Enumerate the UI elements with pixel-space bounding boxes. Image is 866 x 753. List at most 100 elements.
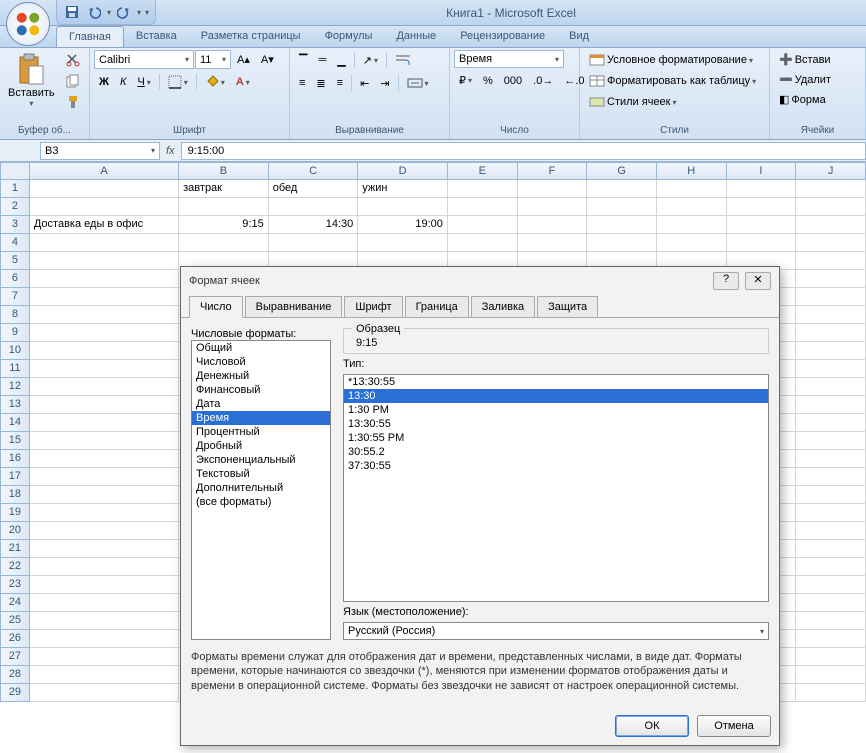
align-right-button[interactable]: ≡ bbox=[332, 73, 348, 93]
cell[interactable] bbox=[269, 234, 359, 252]
paste-button[interactable]: Вставить ▾ bbox=[4, 50, 59, 111]
type-item[interactable]: *13:30:55 bbox=[344, 375, 768, 389]
category-item[interactable]: Дробный bbox=[192, 439, 330, 453]
cell[interactable] bbox=[796, 612, 866, 630]
cell[interactable]: ужин bbox=[358, 180, 448, 198]
cell[interactable] bbox=[796, 198, 866, 216]
cell[interactable] bbox=[30, 540, 179, 558]
cell[interactable] bbox=[30, 378, 179, 396]
cell[interactable]: Доставка еды в офис bbox=[30, 216, 179, 234]
align-middle-button[interactable]: ═ bbox=[313, 50, 331, 70]
ribbon-tab-2[interactable]: Разметка страницы bbox=[189, 26, 313, 47]
cell[interactable] bbox=[796, 252, 866, 270]
cell[interactable] bbox=[796, 432, 866, 450]
cell[interactable] bbox=[587, 198, 657, 216]
cell[interactable] bbox=[796, 270, 866, 288]
cell[interactable] bbox=[796, 450, 866, 468]
cell[interactable] bbox=[30, 594, 179, 612]
font-size-combo[interactable]: 11▾ bbox=[195, 50, 231, 69]
save-icon[interactable] bbox=[63, 3, 81, 21]
row-header[interactable]: 20 bbox=[0, 522, 30, 540]
cell[interactable] bbox=[30, 666, 179, 684]
type-item[interactable]: 1:30:55 PM bbox=[344, 431, 768, 445]
cell[interactable] bbox=[796, 648, 866, 666]
cell[interactable] bbox=[796, 684, 866, 702]
align-center-button[interactable]: ≣ bbox=[311, 73, 330, 93]
row-header[interactable]: 19 bbox=[0, 504, 30, 522]
currency-button[interactable]: ₽▾ bbox=[454, 71, 477, 90]
cut-button[interactable] bbox=[61, 50, 85, 70]
cell[interactable] bbox=[587, 234, 657, 252]
increase-decimal-button[interactable]: .0→ bbox=[528, 71, 558, 90]
font-color-button[interactable]: A▾ bbox=[231, 72, 255, 92]
cell[interactable] bbox=[796, 486, 866, 504]
bold-button[interactable]: Ж bbox=[94, 72, 114, 92]
cell[interactable] bbox=[179, 198, 269, 216]
italic-button[interactable]: К bbox=[115, 72, 131, 92]
format-as-table-button[interactable]: Форматировать как таблицу ▾ bbox=[584, 71, 761, 91]
cell[interactable] bbox=[657, 216, 727, 234]
cell[interactable] bbox=[30, 648, 179, 666]
fill-color-button[interactable]: ▾ bbox=[200, 72, 230, 92]
cell[interactable] bbox=[796, 324, 866, 342]
align-top-button[interactable]: ▔ bbox=[294, 50, 312, 70]
cell[interactable] bbox=[518, 216, 588, 234]
row-header[interactable]: 16 bbox=[0, 450, 30, 468]
cell[interactable]: 19:00 bbox=[358, 216, 448, 234]
cell[interactable]: 9:15 bbox=[179, 216, 269, 234]
dialog-tab-0[interactable]: Число bbox=[189, 296, 243, 318]
cell[interactable] bbox=[30, 450, 179, 468]
close-button[interactable]: ✕ bbox=[745, 272, 771, 290]
cell[interactable] bbox=[30, 522, 179, 540]
cell[interactable] bbox=[518, 180, 588, 198]
cell[interactable] bbox=[358, 198, 448, 216]
font-name-combo[interactable]: Calibri▾ bbox=[94, 50, 194, 69]
cell[interactable] bbox=[30, 486, 179, 504]
category-item[interactable]: Общий bbox=[192, 341, 330, 355]
row-header[interactable]: 26 bbox=[0, 630, 30, 648]
ribbon-tab-6[interactable]: Вид bbox=[557, 26, 601, 47]
row-header[interactable]: 23 bbox=[0, 576, 30, 594]
cell[interactable] bbox=[448, 234, 518, 252]
cell[interactable] bbox=[796, 216, 866, 234]
cell[interactable] bbox=[657, 198, 727, 216]
row-header[interactable]: 5 bbox=[0, 252, 30, 270]
ribbon-tab-1[interactable]: Вставка bbox=[124, 26, 189, 47]
select-all-corner[interactable] bbox=[0, 162, 30, 180]
column-header[interactable]: F bbox=[518, 162, 588, 180]
grow-font-button[interactable]: A▴ bbox=[232, 50, 255, 69]
row-header[interactable]: 14 bbox=[0, 414, 30, 432]
cell[interactable] bbox=[30, 630, 179, 648]
row-header[interactable]: 11 bbox=[0, 360, 30, 378]
format-cells-button[interactable]: ◧ Форма bbox=[774, 90, 831, 109]
cell[interactable] bbox=[30, 576, 179, 594]
qat-customize-icon[interactable]: ▾ bbox=[145, 8, 149, 17]
category-item[interactable]: Дата bbox=[192, 397, 330, 411]
undo-icon[interactable] bbox=[85, 3, 103, 21]
row-header[interactable]: 25 bbox=[0, 612, 30, 630]
cell[interactable] bbox=[30, 324, 179, 342]
cell[interactable] bbox=[796, 630, 866, 648]
type-item[interactable]: 37:30:55 bbox=[344, 459, 768, 473]
fx-icon[interactable]: fx bbox=[166, 145, 175, 157]
row-header[interactable]: 8 bbox=[0, 306, 30, 324]
cell[interactable] bbox=[796, 666, 866, 684]
cell[interactable] bbox=[30, 414, 179, 432]
column-header[interactable]: A bbox=[30, 162, 179, 180]
delete-cells-button[interactable]: ➖ Удалит bbox=[774, 70, 836, 89]
column-header[interactable]: J bbox=[796, 162, 866, 180]
category-item[interactable]: Финансовый bbox=[192, 383, 330, 397]
wrap-text-button[interactable] bbox=[390, 50, 416, 70]
cell[interactable] bbox=[796, 540, 866, 558]
cell[interactable] bbox=[796, 396, 866, 414]
category-item[interactable]: Время bbox=[192, 411, 330, 425]
column-header[interactable]: E bbox=[448, 162, 518, 180]
cell[interactable] bbox=[796, 468, 866, 486]
cell[interactable] bbox=[796, 234, 866, 252]
row-header[interactable]: 21 bbox=[0, 540, 30, 558]
cell[interactable] bbox=[30, 360, 179, 378]
cell[interactable]: обед bbox=[269, 180, 359, 198]
type-item[interactable]: 1:30 PM bbox=[344, 403, 768, 417]
cell[interactable] bbox=[796, 360, 866, 378]
row-header[interactable]: 1 bbox=[0, 180, 30, 198]
